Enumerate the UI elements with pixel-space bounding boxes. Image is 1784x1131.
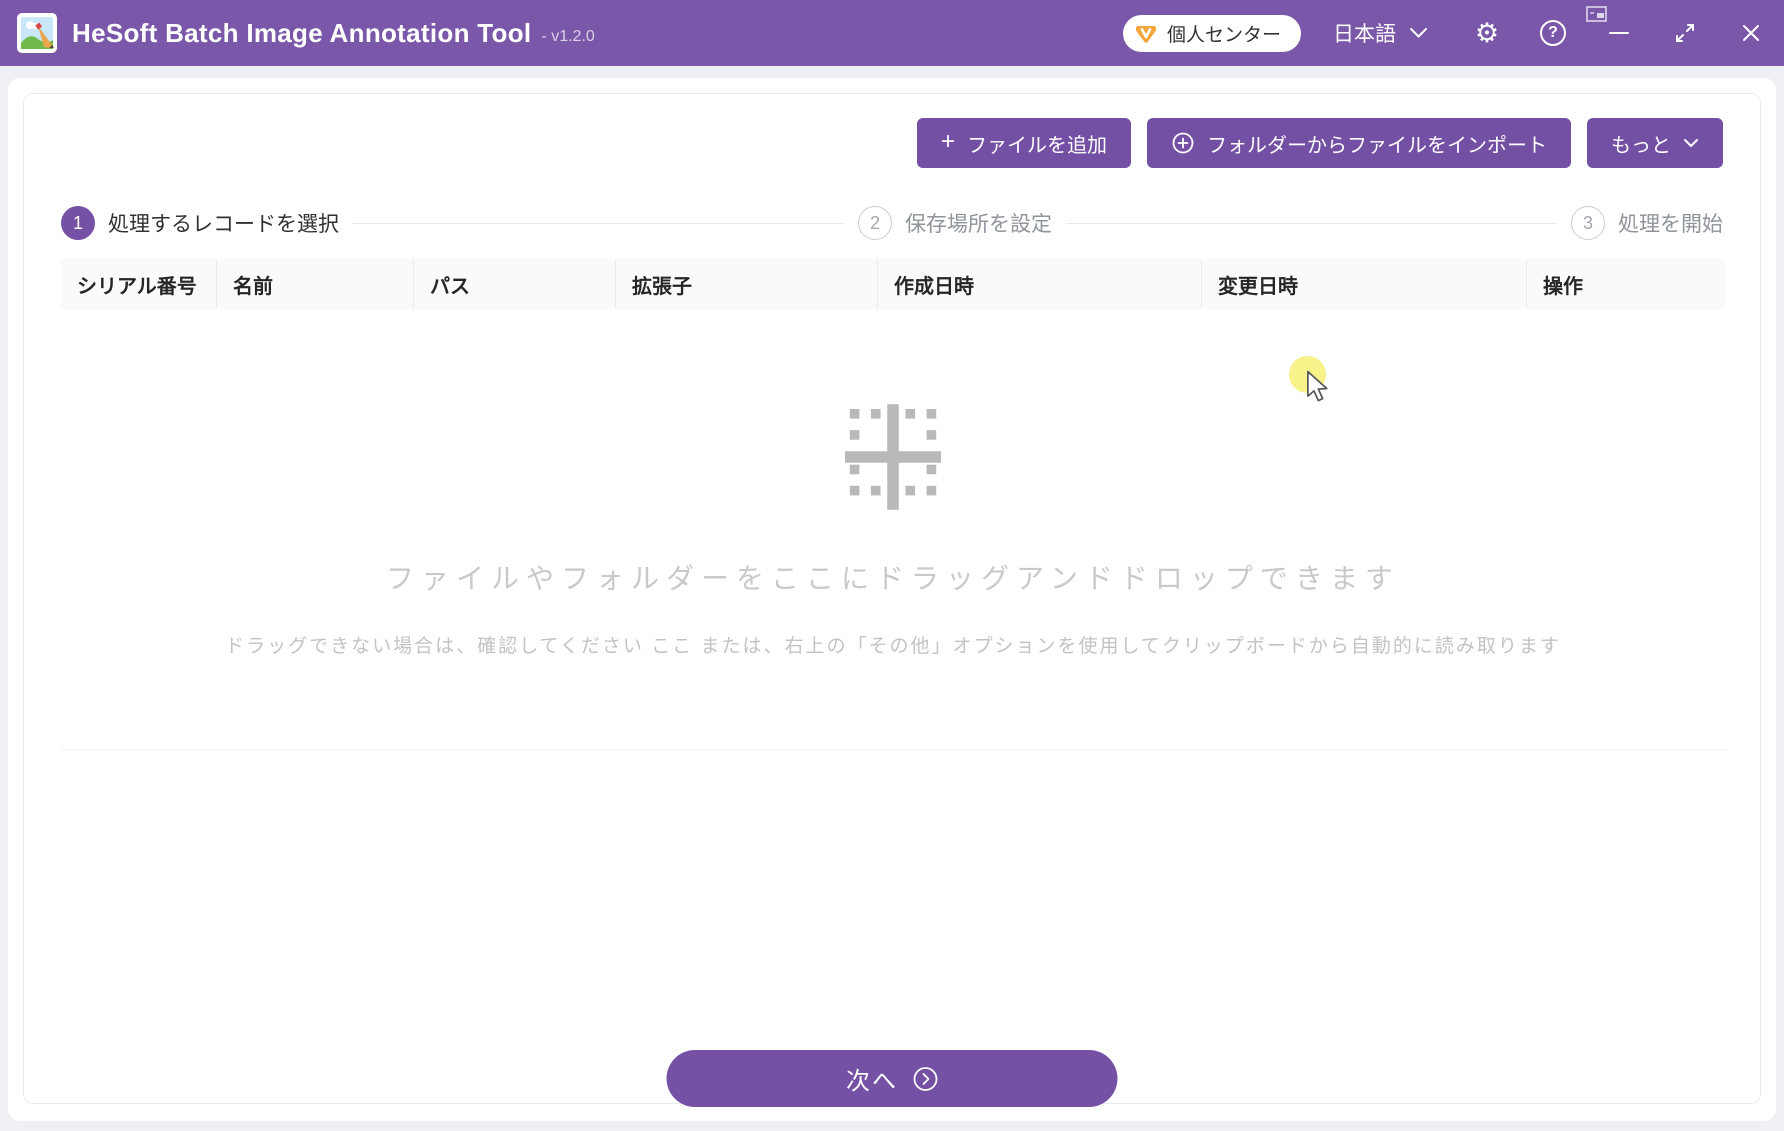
maximize-button[interactable] — [1652, 0, 1718, 66]
language-label: 日本語 — [1333, 23, 1396, 46]
toolbar: + ファイルを追加 フォルダーからファイルをインポート もっと — [916, 118, 1723, 168]
resize-diagonal-icon — [1676, 24, 1694, 42]
close-icon — [1743, 25, 1759, 41]
step-3-number: 3 — [1571, 206, 1605, 240]
column-header-modified: 変更日時 — [1202, 259, 1527, 309]
import-folder-label: フォルダーからファイルをインポート — [1207, 134, 1547, 157]
circle-plus-icon — [1172, 132, 1194, 154]
app-version: - v1.2.0 — [541, 28, 595, 45]
step-1-label: 処理するレコードを選択 — [108, 213, 339, 236]
personal-center-button[interactable]: 個人センター — [1122, 14, 1301, 52]
minimize-icon — [1609, 32, 1629, 34]
add-files-label: ファイルを追加 — [967, 134, 1107, 157]
column-header-serial: シリアル番号 — [61, 259, 217, 309]
step-3-start-processing: 3 処理を開始 — [1571, 206, 1723, 240]
gear-icon: ⚙ — [1474, 17, 1500, 49]
column-header-extension: 拡張子 — [616, 259, 878, 309]
step-2-label: 保存場所を設定 — [905, 213, 1052, 236]
column-header-actions: 操作 — [1543, 275, 1583, 298]
import-folder-button[interactable]: フォルダーからファイルをインポート — [1147, 118, 1571, 168]
column-header-path: パス — [414, 259, 616, 309]
app-title: HeSoft Batch Image Annotation Tool — [72, 17, 532, 48]
help-icon: ? — [1540, 20, 1566, 46]
column-header-name: 名前 — [217, 259, 414, 309]
add-files-button[interactable]: + ファイルを追加 — [916, 118, 1131, 168]
column-header-created: 作成日時 — [878, 259, 1202, 309]
next-label: 次へ — [846, 1068, 898, 1095]
personal-center-label: 個人センター — [1166, 24, 1281, 46]
step-indicator: 1 処理するレコードを選択 2 保存場所を設定 3 処理を開始 — [61, 206, 1723, 240]
drop-zone-main-text: ファイルやフォルダーをここにドラッグアンドドロップできます — [386, 563, 1400, 594]
step-1-select-records: 1 処理するレコードを選択 — [61, 206, 339, 240]
step-connector — [353, 222, 844, 224]
step-2-number: 2 — [858, 206, 892, 240]
titlebar: HeSoft Batch Image Annotation Tool - v1.… — [0, 0, 1784, 66]
next-button[interactable]: 次へ — [666, 1050, 1118, 1107]
mini-window-overlay-button[interactable] — [1586, 6, 1607, 27]
content-panel: + ファイルを追加 フォルダーからファイルをインポート もっと 1 処理するレコ… — [23, 93, 1761, 1107]
titlebar-right: 個人センター 日本語 ⚙ ? — [1122, 0, 1784, 66]
chevron-down-icon — [1410, 28, 1427, 38]
main-card: + ファイルを追加 フォルダーからファイルをインポート もっと 1 処理するレコ… — [8, 78, 1776, 1121]
drop-zone-plus-icon — [845, 404, 941, 510]
language-selector[interactable]: 日本語 — [1333, 18, 1428, 48]
app-logo-icon — [17, 13, 57, 53]
more-label: もっと — [1611, 134, 1671, 157]
file-table: シリアル番号 名前 パス 拡張子 作成日時 変更日時 操作 ファイルやフォルダー… — [61, 259, 1725, 750]
settings-button[interactable]: ⚙ — [1454, 0, 1520, 66]
step-1-number: 1 — [61, 206, 95, 240]
drop-zone-hint-text: ドラッグできない場合は、確認してください ここ または、右上の「その他」オプショ… — [225, 636, 1561, 657]
step-2-set-save-location: 2 保存場所を設定 — [858, 206, 1052, 240]
table-header-row: シリアル番号 名前 パス 拡張子 作成日時 変更日時 操作 — [61, 259, 1725, 309]
drop-zone[interactable]: ファイルやフォルダーをここにドラッグアンドドロップできます ドラッグできない場合… — [61, 309, 1725, 750]
step-3-label: 処理を開始 — [1618, 213, 1723, 236]
arrow-right-circle-icon — [913, 1066, 937, 1091]
close-button[interactable] — [1718, 0, 1784, 66]
plus-icon: + — [940, 128, 955, 155]
more-button[interactable]: もっと — [1587, 118, 1723, 168]
chevron-down-icon — [1684, 139, 1698, 147]
step-connector — [1066, 222, 1557, 224]
help-button[interactable]: ? — [1520, 0, 1586, 66]
vip-badge-icon — [1135, 26, 1156, 43]
mini-window-icon — [1586, 6, 1607, 22]
